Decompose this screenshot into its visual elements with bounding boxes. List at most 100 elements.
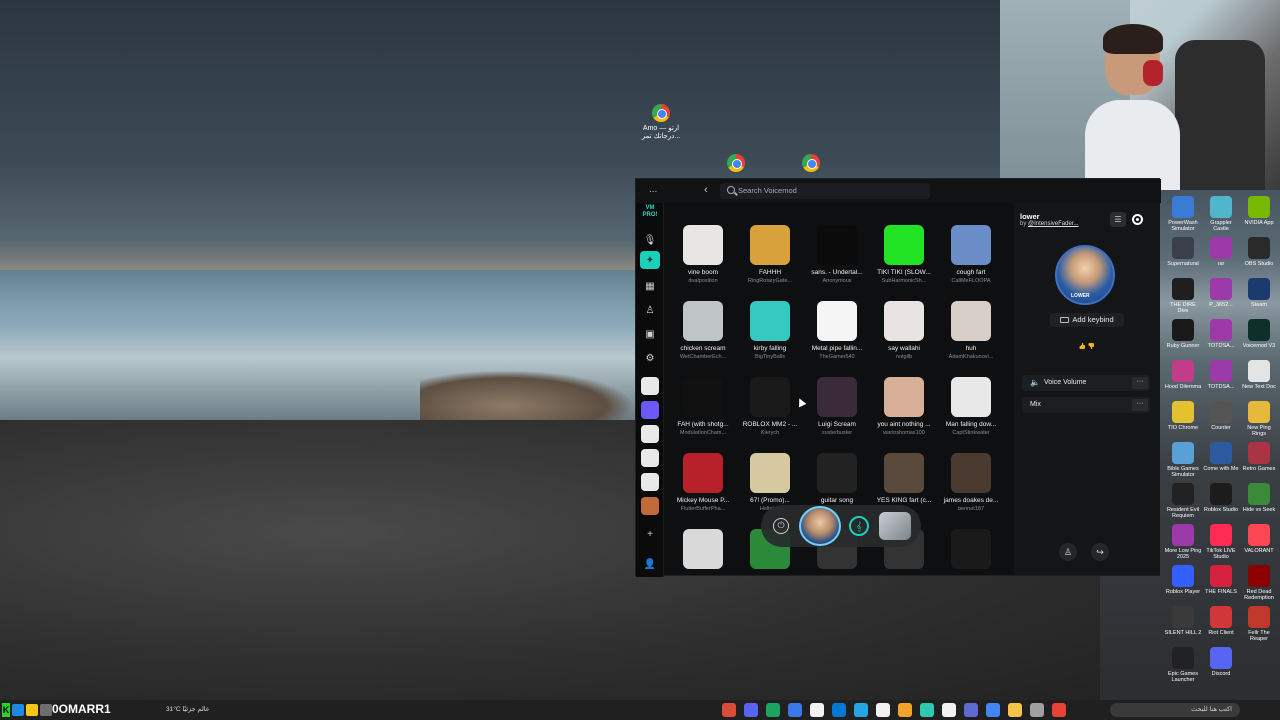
taskbar-app-icon[interactable] xyxy=(898,703,912,717)
desktop-shortcut[interactable]: TOTDSA... xyxy=(1202,319,1240,349)
apps-icon[interactable]: ▦ xyxy=(640,277,660,295)
sound-tile[interactable]: chicken scream WetChamberEch... xyxy=(670,301,736,360)
sound-tile[interactable]: Metal pipe fallin... TheGamer540 xyxy=(804,301,870,360)
app-icon[interactable] xyxy=(40,704,52,716)
soundboard-icon[interactable]: ✦ xyxy=(640,251,660,269)
desktop-shortcut[interactable]: Hood Dilemma xyxy=(1164,360,1202,390)
sound-tile[interactable]: vine boom dualposition xyxy=(670,225,736,284)
taskbar-app-icon[interactable] xyxy=(1052,703,1066,717)
desktop-shortcut[interactable]: Hide vs Seek xyxy=(1240,483,1278,513)
taskbar-app-icon[interactable] xyxy=(964,703,978,717)
store-icon[interactable]: ▣ xyxy=(640,325,660,343)
desktop-shortcut[interactable]: OBS Studio xyxy=(1240,237,1278,267)
desktop-shortcut-chrome-1[interactable] xyxy=(711,154,761,174)
taskbar-app-icon[interactable] xyxy=(1030,703,1044,717)
share-icon[interactable]: ↪ xyxy=(1091,543,1109,561)
soundboard-avatar-3[interactable] xyxy=(641,425,659,443)
sound-tile[interactable]: TIKI TIKI (SLOW... SubHarmonicSh... xyxy=(871,225,937,284)
desktop-shortcut[interactable]: Ruby Gunner xyxy=(1164,319,1202,349)
tune-icon[interactable]: ☰ xyxy=(1110,212,1126,227)
taskbar-search[interactable]: اكتب هنا للبحث xyxy=(1110,703,1240,717)
profile-icon[interactable]: 👤 xyxy=(640,555,660,573)
sound-tile[interactable]: ROBLOX MM2 - ... Kierych xyxy=(737,377,803,436)
sound-tile[interactable] xyxy=(938,529,1004,575)
soundboard-avatar-6[interactable] xyxy=(641,497,659,515)
desktop-shortcut[interactable]: Grappler Castle xyxy=(1202,196,1240,232)
desktop-shortcut[interactable]: VALORANT xyxy=(1240,524,1278,554)
desktop-shortcut[interactable]: Steam xyxy=(1240,278,1278,308)
hear-myself-icon[interactable]: 𝄞 xyxy=(849,516,869,536)
sound-tile[interactable]: james doakes de... bennet187 xyxy=(938,453,1004,512)
voice-volume-more-button[interactable]: ··· xyxy=(1132,377,1148,389)
vote-buttons[interactable]: 👍 👎 xyxy=(1067,343,1107,355)
desktop-shortcut[interactable]: Counter xyxy=(1202,401,1240,431)
taskbar-app-icon[interactable] xyxy=(986,703,1000,717)
author-link[interactable]: @IntensiveFader... xyxy=(1028,221,1078,227)
soundboard-avatar-2[interactable] xyxy=(641,401,659,419)
sound-tile[interactable]: FAH (with shotg... ModulationCham... xyxy=(670,377,736,436)
microphone-icon[interactable]: 🎙 xyxy=(640,231,660,249)
taskbar-app-icon[interactable] xyxy=(1008,703,1022,717)
power-icon[interactable]: ⏻ xyxy=(773,518,789,534)
desktop-shortcut[interactable]: Bible Games Simulator xyxy=(1164,442,1202,478)
bug-icon[interactable]: ♙ xyxy=(640,301,660,319)
desktop-shortcut[interactable]: Voicemod V3 xyxy=(1240,319,1278,349)
taskbar-app-icon[interactable] xyxy=(920,703,934,717)
desktop-shortcut[interactable]: Epic Games Launcher xyxy=(1164,647,1202,683)
desktop-shortcut[interactable]: Retro Games xyxy=(1240,442,1278,472)
desktop-shortcut[interactable]: rar xyxy=(1202,237,1240,267)
desktop-shortcut[interactable]: Roblox Studio xyxy=(1202,483,1240,513)
desktop-shortcut[interactable]: Resident Evil Requiem xyxy=(1164,483,1202,519)
app-icon[interactable] xyxy=(12,704,24,716)
desktop-shortcut[interactable]: Fellr The Reaper xyxy=(1240,606,1278,642)
sound-tile[interactable]: say wallahi notgilb xyxy=(871,301,937,360)
mix-row[interactable]: Mix ··· xyxy=(1022,397,1150,413)
sound-tile[interactable]: kirby falling BigTinyBalls xyxy=(737,301,803,360)
desktop-shortcut[interactable]: TikTok LIVE Studio xyxy=(1202,524,1240,560)
add-icon[interactable]: + xyxy=(640,525,660,543)
desktop-shortcut[interactable]: PowerWash Simulator xyxy=(1164,196,1202,232)
desktop-shortcut[interactable]: TIO Chrome xyxy=(1164,401,1202,431)
desktop-shortcut[interactable]: New Ping Rings xyxy=(1240,401,1278,437)
desktop-shortcut[interactable]: More Low Ping 2025 xyxy=(1164,524,1202,560)
desktop-shortcut[interactable]: Red Dead Redemption xyxy=(1240,565,1278,601)
app-icon[interactable] xyxy=(26,704,38,716)
taskbar-app-icon[interactable] xyxy=(788,703,802,717)
taskbar-app-icon[interactable] xyxy=(744,703,758,717)
desktop-shortcut[interactable]: Supernatural xyxy=(1164,237,1202,267)
sound-tile[interactable]: guitar song... xyxy=(804,453,870,512)
desktop-shortcut[interactable]: P_3652... xyxy=(1202,278,1240,308)
sound-tile[interactable]: huh AdamKhakunovi... xyxy=(938,301,1004,360)
desktop-shortcut[interactable]: NVIDIA App xyxy=(1240,196,1278,226)
soundboard-avatar-5[interactable] xyxy=(641,473,659,491)
desktop-shortcut[interactable]: Discord xyxy=(1202,647,1240,677)
soundboard-avatar-4[interactable] xyxy=(641,449,659,467)
desktop-shortcut[interactable]: SILENT HILL 2 xyxy=(1164,606,1202,636)
bug-report-icon[interactable]: ♙ xyxy=(1059,543,1077,561)
taskbar-app-icon[interactable] xyxy=(832,703,846,717)
desktop-shortcut[interactable]: THE FINALS xyxy=(1202,565,1240,595)
sound-tile[interactable]: FAHHH RingRotaryGate... xyxy=(737,225,803,284)
sound-tile[interactable]: Luigi Scream susterbuster xyxy=(804,377,870,436)
sound-tile[interactable]: you aint nothing ... warioshomas100 xyxy=(871,377,937,436)
desktop-shortcut[interactable]: Roblox Player xyxy=(1164,565,1202,595)
desktop-shortcut-amo[interactable]: Amo — ارتو درجاتك تمر... xyxy=(636,104,686,140)
desktop-shortcut[interactable]: Riot Client xyxy=(1202,606,1240,636)
voice-volume-row[interactable]: 🔈 Voice Volume ··· xyxy=(1022,375,1150,391)
weather-widget[interactable]: 31°C عالم جزئيًا xyxy=(166,705,210,713)
kick-icon[interactable]: K xyxy=(2,703,10,717)
add-keybind-button[interactable]: Add keybind xyxy=(1050,313,1124,327)
taskbar-app-icon[interactable] xyxy=(722,703,736,717)
sound-tile[interactable]: cough fart CallMeFLOOPA xyxy=(938,225,1004,284)
taskbar-app-icon[interactable] xyxy=(854,703,868,717)
record-icon[interactable] xyxy=(1132,214,1143,225)
sound-tile[interactable]: Man falling dow... CaptStinkwater xyxy=(938,377,1004,436)
menu-button[interactable]: ... xyxy=(649,184,657,195)
sound-tile[interactable]: 67! (Promo)...Heltch... xyxy=(737,453,803,512)
desktop-shortcut-chrome-2[interactable] xyxy=(786,154,836,174)
back-button[interactable]: ‹ xyxy=(704,184,708,196)
desktop-shortcut[interactable]: New Text Doc xyxy=(1240,360,1278,390)
sound-tile[interactable]: sans. - Undertal... Anonymous xyxy=(804,225,870,284)
taskbar-app-icon[interactable] xyxy=(810,703,824,717)
settings-icon[interactable]: ⚙ xyxy=(640,349,660,367)
